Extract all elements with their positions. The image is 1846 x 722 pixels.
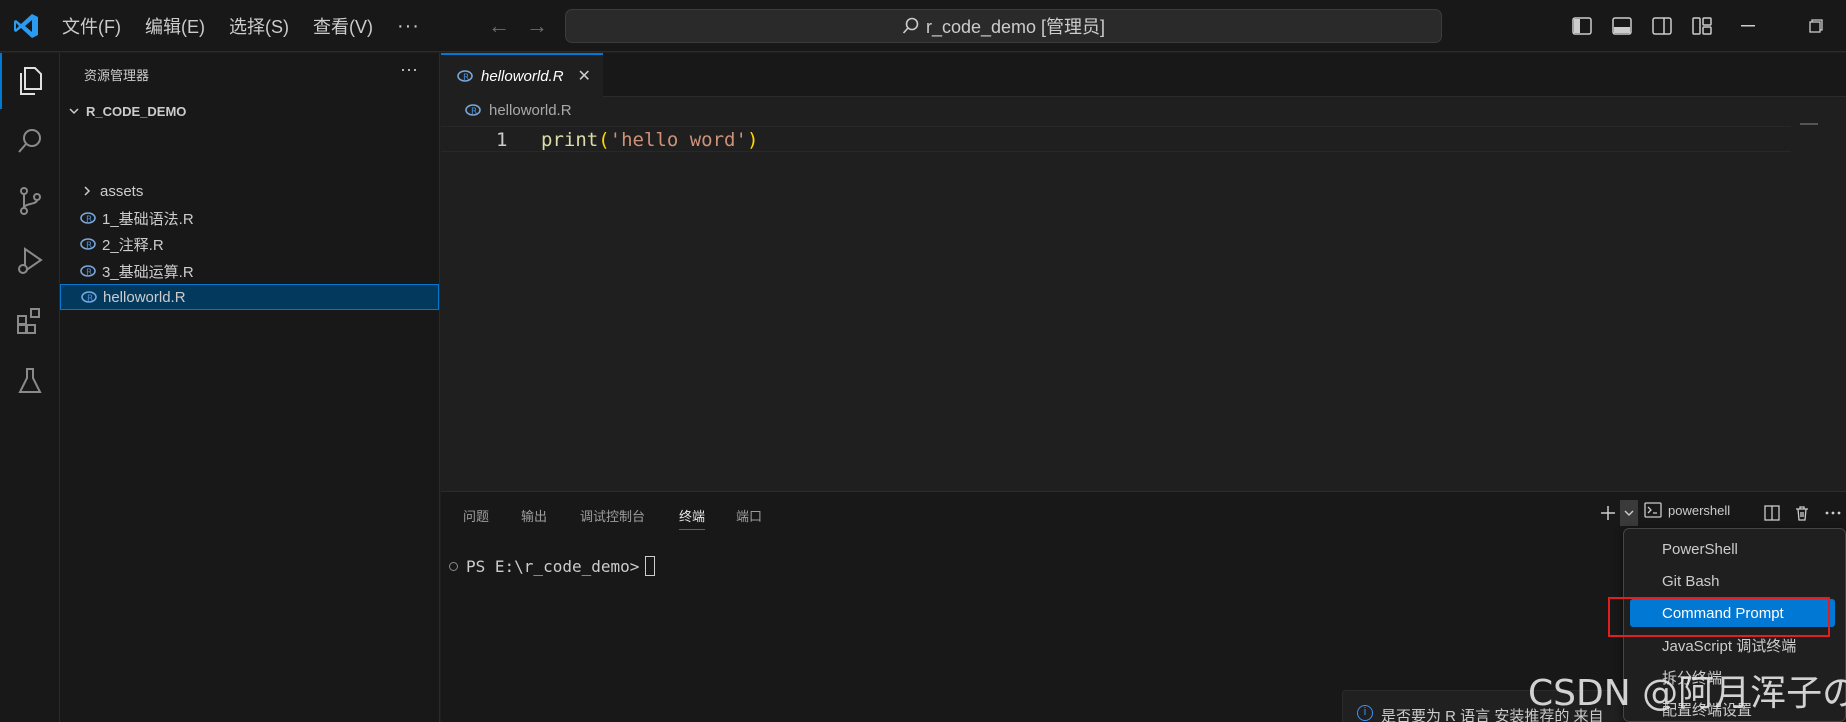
watermark: CSDN @阿月浑子の [1528, 673, 1846, 714]
terminal-instance-label: powershell [1668, 502, 1731, 518]
tree-item-file[interactable]: R 2_注释.R [60, 231, 439, 257]
sidebar-title: 资源管理器 [84, 68, 150, 83]
nav-arrows: ← → [480, 13, 556, 39]
split-terminal-icon[interactable] [1761, 502, 1783, 524]
toggle-secondary-sidebar-icon[interactable] [1642, 13, 1682, 39]
svg-text:R: R [86, 215, 92, 225]
dropdown-item-powershell[interactable]: PowerShell [1630, 535, 1835, 563]
code-paren-open: ( [598, 129, 610, 151]
code-text[interactable]: print('hello word') [541, 127, 758, 153]
launch-profile-chevron-icon[interactable] [1620, 500, 1638, 526]
r-file-icon: R [465, 104, 481, 117]
minimize-window-icon[interactable] [1728, 12, 1768, 40]
tab-terminal[interactable]: 终端 [679, 506, 706, 530]
dropdown-item-git-bash[interactable]: Git Bash [1630, 567, 1835, 595]
terminal-cursor [645, 556, 656, 576]
tab-label: helloworld.R [481, 67, 564, 85]
menu-file[interactable]: 文件(F) [62, 13, 121, 39]
close-icon[interactable]: ✕ [578, 66, 591, 86]
info-icon: i [1357, 705, 1373, 721]
forward-arrow-icon[interactable]: → [518, 13, 556, 39]
tab-problems[interactable]: 问题 [463, 506, 489, 525]
folder-header[interactable]: R_CODE_DEMO [60, 98, 439, 124]
tree-item-label: assets [100, 182, 144, 200]
r-file-icon: R [80, 238, 96, 251]
svg-text:R: R [86, 241, 92, 251]
back-arrow-icon[interactable]: ← [480, 13, 518, 39]
tab-output[interactable]: 输出 [521, 506, 547, 525]
terminal-icon [1644, 502, 1662, 518]
run-and-debug-icon[interactable] [0, 233, 60, 289]
tree-item-file[interactable]: R 3_基础运算.R [60, 258, 439, 284]
code-function: print [541, 129, 599, 151]
breadcrumb-file[interactable]: helloworld.R [489, 102, 572, 119]
source-control-icon[interactable] [0, 173, 60, 229]
command-decoration-icon [449, 561, 458, 571]
menu-view[interactable]: 查看(V) [313, 13, 373, 39]
layout-controls [1562, 13, 1722, 39]
testing-flask-icon[interactable] [0, 353, 60, 409]
customize-layout-icon[interactable] [1682, 13, 1722, 39]
tree-item-helloworld[interactable]: R helloworld.R [60, 284, 439, 310]
editor-tab-bar: R helloworld.R ✕ [441, 53, 1846, 97]
command-center[interactable]: r_code_demo [管理员] [565, 9, 1442, 43]
svg-text:R: R [87, 294, 93, 304]
more-actions-icon[interactable] [1822, 502, 1844, 524]
tree-item-label: helloworld.R [103, 288, 186, 306]
tree-item-label: 2_注释.R [102, 236, 164, 254]
panel-toolbar: powershell [1596, 500, 1846, 528]
explorer-icon[interactable] [0, 53, 60, 109]
code-paren-close: ) [746, 129, 759, 151]
tree-item-file[interactable]: R 1_基础语法.R [60, 205, 439, 231]
menu-more-button[interactable]: ··· [397, 15, 420, 38]
svg-text:R: R [86, 268, 92, 278]
code-string: 'hello word' [609, 129, 747, 151]
code-line-1[interactable]: 1 print('hello word') [441, 126, 1791, 152]
search-icon[interactable] [0, 113, 60, 169]
command-center-label: r_code_demo [管理员] [925, 17, 1106, 37]
r-file-icon: R [80, 212, 96, 225]
toggle-primary-sidebar-icon[interactable] [1562, 13, 1602, 39]
r-file-icon: R [81, 291, 97, 304]
svg-text:R: R [463, 73, 469, 83]
svg-text:R: R [471, 107, 477, 117]
tree-item-label: 3_基础运算.R [102, 263, 194, 281]
breadcrumb: R helloworld.R [441, 98, 572, 122]
new-terminal-plus-icon[interactable] [1596, 500, 1620, 526]
menu-bar: 文件(F) 编辑(E) 选择(S) 查看(V) ··· [62, 0, 444, 52]
sidebar-more-button[interactable]: ··· [400, 59, 418, 80]
chevron-down-icon [69, 108, 79, 115]
minimap[interactable] [1800, 123, 1818, 125]
tree-item-label: 1_基础语法.R [102, 210, 194, 228]
trash-icon[interactable] [1791, 502, 1813, 524]
tab-helloworld[interactable]: R helloworld.R ✕ [441, 53, 603, 97]
chevron-right-icon [84, 186, 91, 196]
tab-debug-console[interactable]: 调试控制台 [580, 506, 645, 525]
explorer-sidebar: 资源管理器 ··· R_CODE_DEMO assets R 1_基础语法.R … [60, 53, 440, 722]
r-file-icon: R [80, 265, 96, 278]
line-number: 1 [496, 129, 508, 151]
activity-bar [0, 53, 60, 722]
folder-name: R_CODE_DEMO [86, 103, 187, 119]
menu-selection[interactable]: 选择(S) [229, 13, 289, 39]
r-file-icon: R [457, 70, 473, 83]
title-bar: 文件(F) 编辑(E) 选择(S) 查看(V) ··· ← → r_code_d… [0, 0, 1846, 52]
terminal-output[interactable]: PS E:\r_code_demo> [449, 556, 656, 576]
toggle-panel-icon[interactable] [1602, 13, 1642, 39]
tab-ports[interactable]: 端口 [736, 506, 762, 525]
extensions-icon[interactable] [0, 293, 60, 349]
search-icon [902, 17, 919, 34]
menu-edit[interactable]: 编辑(E) [145, 13, 205, 39]
restore-window-icon[interactable] [1796, 12, 1836, 40]
annotation-highlight-box [1608, 597, 1830, 637]
terminal-instance[interactable]: powershell [1644, 502, 1730, 518]
vscode-logo-icon [14, 14, 38, 38]
terminal-prompt: PS E:\r_code_demo> [466, 556, 640, 576]
tree-item-assets[interactable]: assets [60, 178, 439, 204]
